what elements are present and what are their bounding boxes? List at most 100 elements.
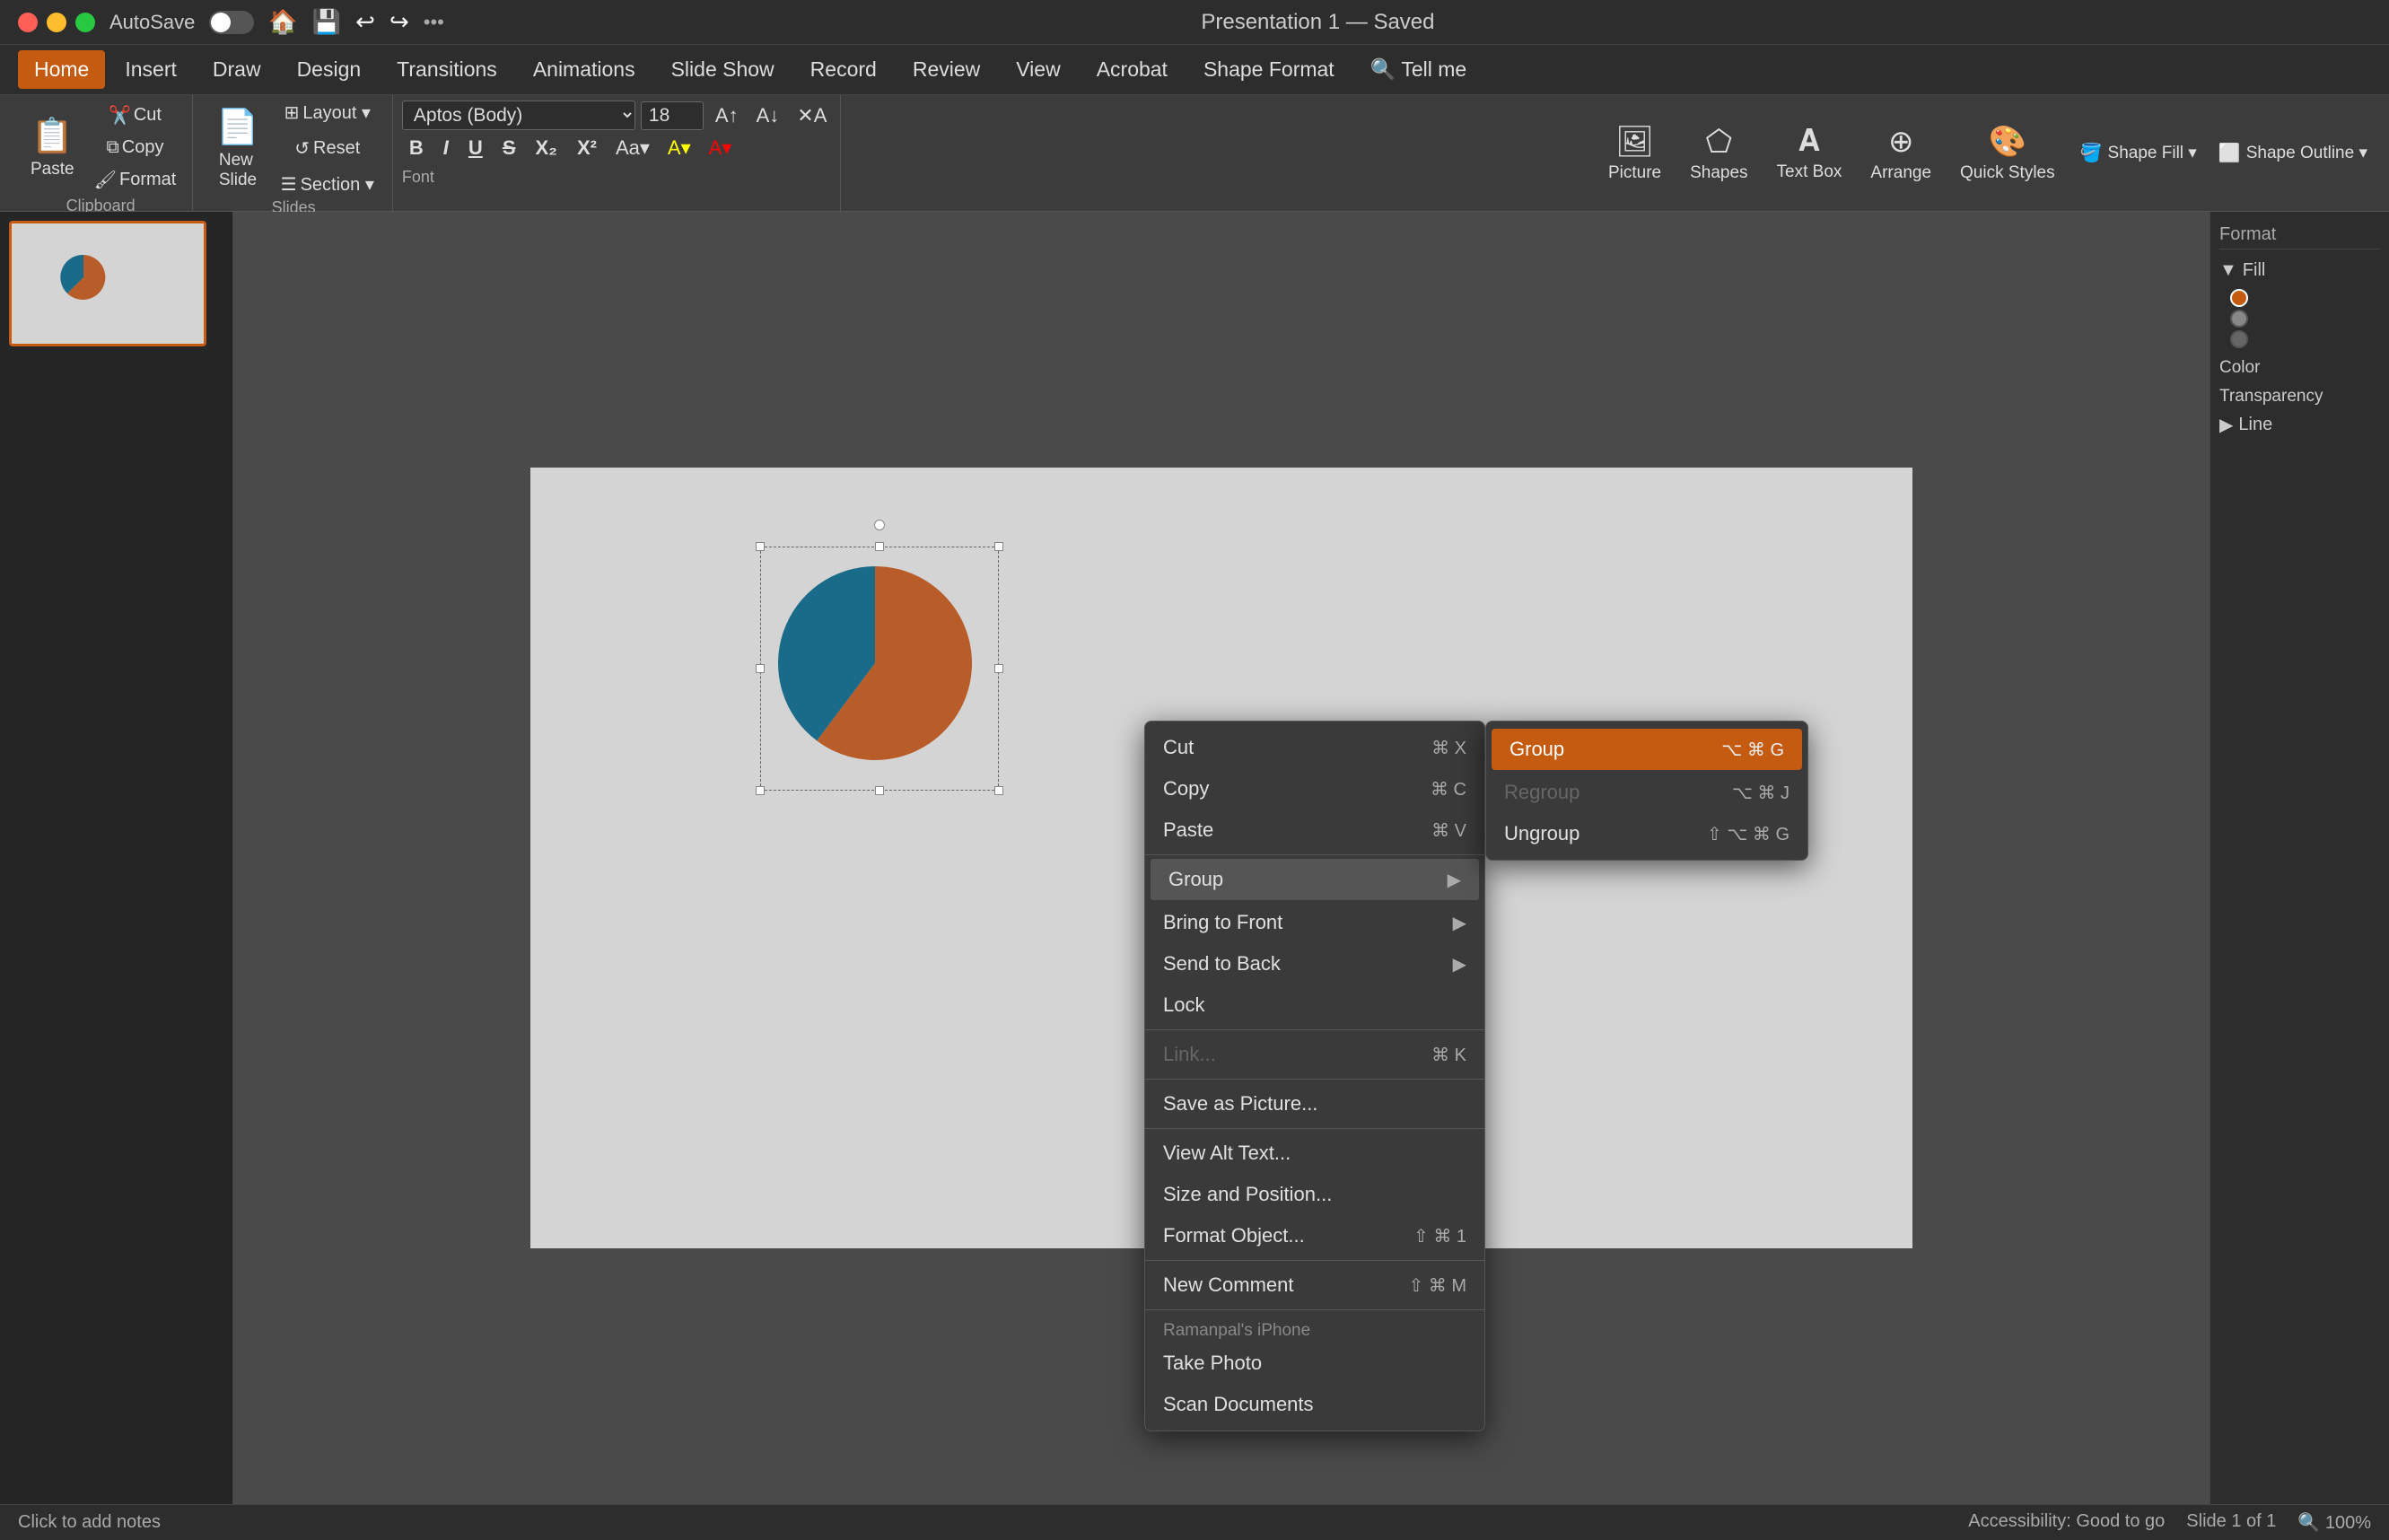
layout-button[interactable]: ⊞ Layout ▾ (272, 96, 383, 129)
submenu-group-item[interactable]: Group ⌥ ⌘ G (1492, 729, 1802, 770)
ctx-take-photo[interactable]: Take Photo (1145, 1343, 1484, 1384)
cut-label: Cut (134, 105, 162, 126)
main-area: 1 (0, 212, 2389, 1504)
new-slide-button[interactable]: 📄 NewSlide (204, 101, 271, 197)
menu-shape-format[interactable]: Shape Format (1187, 50, 1351, 89)
ctx-send-to-back[interactable]: Send to Back ▶ (1145, 943, 1484, 984)
menu-animations[interactable]: Animations (517, 50, 652, 89)
submenu-ungroup-item[interactable]: Ungroup ⇧ ⌥ ⌘ G (1486, 813, 1807, 854)
menu-tell-me[interactable]: 🔍 Tell me (1354, 50, 1483, 89)
menu-design[interactable]: Design (281, 50, 378, 89)
color-circle-gray1[interactable] (2230, 310, 2248, 328)
shape-outline-button[interactable]: ⬜ Shape Outline ▾ (2210, 136, 2376, 170)
autosave-toggle[interactable] (209, 11, 254, 34)
undo-icon[interactable]: ↩ (355, 8, 375, 36)
line-collapse-icon[interactable]: ▶ (2219, 414, 2233, 436)
strikethrough-button[interactable]: S (495, 134, 523, 162)
submenu-regroup-item[interactable]: Regroup ⌥ ⌘ J (1486, 772, 1807, 813)
home-icon[interactable]: 🏠 (268, 8, 297, 36)
paste-icon: 📋 (31, 117, 74, 156)
save-icon[interactable]: 💾 (312, 8, 341, 36)
font-size-increase-button[interactable]: A↑ (709, 101, 745, 130)
menu-view[interactable]: View (1000, 50, 1076, 89)
font-size-decrease-button[interactable]: A↓ (750, 101, 786, 130)
zoom-controls[interactable]: 🔍 100% (2297, 1511, 2371, 1534)
new-slide-label: NewSlide (219, 151, 257, 190)
ctx-save-picture[interactable]: Save as Picture... (1145, 1083, 1484, 1124)
submenu-group-shortcut: ⌥ ⌘ G (1721, 739, 1784, 761)
menu-review[interactable]: Review (897, 50, 996, 89)
italic-button[interactable]: I (436, 134, 456, 162)
menu-record[interactable]: Record (794, 50, 893, 89)
close-button[interactable] (18, 13, 38, 32)
menu-insert[interactable]: Insert (109, 50, 193, 89)
color-circle-gray2[interactable] (2230, 330, 2248, 348)
superscript-button[interactable]: X² (570, 134, 604, 162)
ctx-group[interactable]: Group ▶ (1151, 859, 1479, 900)
more-icon[interactable]: ••• (424, 11, 444, 34)
handle-br[interactable] (994, 786, 1003, 795)
text-box-button[interactable]: 𝐀 Text Box (1764, 99, 1855, 207)
handle-bl[interactable] (756, 786, 765, 795)
arrange-button[interactable]: ⊕ Arrange (1858, 99, 1944, 207)
font-family-select[interactable]: Aptos (Body) (402, 101, 635, 130)
section-button[interactable]: ☰ Section ▾ (272, 168, 383, 201)
ctx-separator-4 (1145, 1128, 1484, 1129)
minimize-button[interactable] (47, 13, 66, 32)
handle-ml[interactable] (756, 664, 765, 673)
menu-transitions[interactable]: Transitions (381, 50, 513, 89)
autosave-label: AutoSave (109, 11, 195, 34)
ctx-view-alt[interactable]: View Alt Text... (1145, 1133, 1484, 1174)
color-label: Color (2219, 356, 2380, 380)
ctx-copy[interactable]: Copy ⌘ C (1145, 768, 1484, 809)
paste-button[interactable]: 📋 Paste (18, 101, 87, 195)
ctx-format-object[interactable]: Format Object... ⇧ ⌘ 1 (1145, 1215, 1484, 1256)
picture-button[interactable]: 🖼 Picture (1596, 99, 1674, 207)
format-button[interactable]: 🖌 Format (87, 165, 184, 195)
bold-button[interactable]: B (402, 134, 431, 162)
menu-acrobat[interactable]: Acrobat (1081, 50, 1184, 89)
reset-button[interactable]: ↺ Reset (272, 132, 383, 165)
cut-button[interactable]: ✂️ Cut (87, 101, 184, 130)
rotation-handle[interactable] (874, 520, 885, 530)
menu-draw[interactable]: Draw (197, 50, 277, 89)
ctx-separator-1 (1145, 854, 1484, 855)
subscript-button[interactable]: X₂ (529, 134, 564, 162)
handle-tr[interactable] (994, 542, 1003, 551)
menu-bar: Home Insert Draw Design Transitions Anim… (0, 45, 2389, 95)
new-slide-icon: 📄 (216, 108, 258, 147)
handle-tl[interactable] (756, 542, 765, 551)
quick-styles-button[interactable]: 🎨 Quick Styles (1947, 99, 2068, 207)
ctx-lock[interactable]: Lock (1145, 984, 1484, 1026)
handle-bm[interactable] (875, 786, 884, 795)
ctx-bring-to-front[interactable]: Bring to Front ▶ (1145, 902, 1484, 943)
underline-button[interactable]: U (461, 134, 490, 162)
ctx-new-comment[interactable]: New Comment ⇧ ⌘ M (1145, 1264, 1484, 1306)
ctx-link[interactable]: Link... ⌘ K (1145, 1034, 1484, 1075)
font-size-input[interactable] (641, 101, 704, 130)
ctx-scan-documents[interactable]: Scan Documents (1145, 1384, 1484, 1425)
copy-button[interactable]: ⧉ Copy (87, 134, 184, 162)
handle-mr[interactable] (994, 664, 1003, 673)
ctx-size-position[interactable]: Size and Position... (1145, 1174, 1484, 1215)
pie-chart-container[interactable] (760, 547, 999, 791)
fill-collapse-icon[interactable]: ▼ (2219, 260, 2237, 281)
font-color-button[interactable]: A▾ (703, 134, 739, 162)
maximize-button[interactable] (75, 13, 95, 32)
text-case-button[interactable]: Aa▾ (609, 134, 656, 162)
handle-tm[interactable] (875, 542, 884, 551)
redo-icon[interactable]: ↪ (389, 8, 409, 36)
menu-slideshow[interactable]: Slide Show (655, 50, 791, 89)
ctx-cut[interactable]: Cut ⌘ X (1145, 727, 1484, 768)
shapes-button[interactable]: ⬠ Shapes (1677, 99, 1760, 207)
menu-home[interactable]: Home (18, 50, 105, 89)
copy-label: Copy (122, 137, 164, 158)
slide-thumbnail-1[interactable] (9, 221, 206, 346)
ctx-paste[interactable]: Paste ⌘ V (1145, 809, 1484, 851)
clear-format-button[interactable]: ✕A (791, 101, 833, 130)
color-circle-orange[interactable] (2230, 289, 2248, 307)
highlight-button[interactable]: A▾ (661, 134, 697, 162)
canvas-area[interactable]: Cut ⌘ X Copy ⌘ C Paste ⌘ V Group ▶ Brin (233, 212, 2210, 1504)
text-box-icon: 𝐀 (1798, 124, 1820, 159)
shape-fill-button[interactable]: 🪣 Shape Fill ▾ (2071, 136, 2206, 170)
